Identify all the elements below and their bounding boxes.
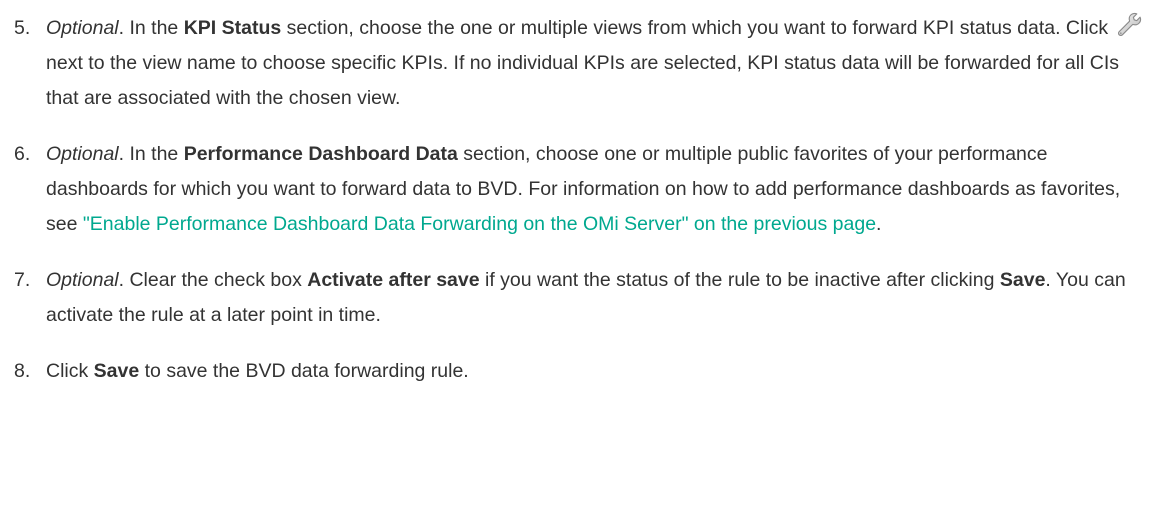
step-number: 5. [14,17,31,39]
optional-label: Optional [46,143,119,165]
wrench-icon [1116,12,1142,38]
step-text: Optional. Clear the check box Activate a… [46,269,1126,326]
step-text: Optional. In the KPI Status section, cho… [46,11,1154,116]
step-8: 8. Click Save to save the BVD data forwa… [14,354,1154,389]
ui-term-activate-after-save: Activate after save [307,269,480,291]
optional-label: Optional [46,269,119,291]
ui-term-save: Save [93,360,140,382]
step-text: Optional. In the Performance Dashboard D… [46,143,1121,235]
ui-term-kpi-status: KPI Status [183,17,282,39]
step-number: 7. [14,269,31,291]
ui-term-performance-dashboard-data: Performance Dashboard Data [183,143,458,165]
step-6: 6. Optional. In the Performance Dashboar… [14,137,1154,242]
optional-label: Optional [46,17,119,39]
step-number: 6. [14,143,31,165]
procedure-steps: 5. Optional. In the KPI Status section, … [14,11,1154,389]
document-body: 5. Optional. In the KPI Status section, … [0,0,1174,389]
step-number: 8. [14,360,31,382]
cross-reference-link[interactable]: "Enable Performance Dashboard Data Forwa… [83,213,876,235]
step-7: 7. Optional. Clear the check box Activat… [14,263,1154,333]
step-5: 5. Optional. In the KPI Status section, … [14,11,1154,116]
step-text: Click Save to save the BVD data forwardi… [46,360,469,382]
ui-term-save: Save [999,269,1046,291]
